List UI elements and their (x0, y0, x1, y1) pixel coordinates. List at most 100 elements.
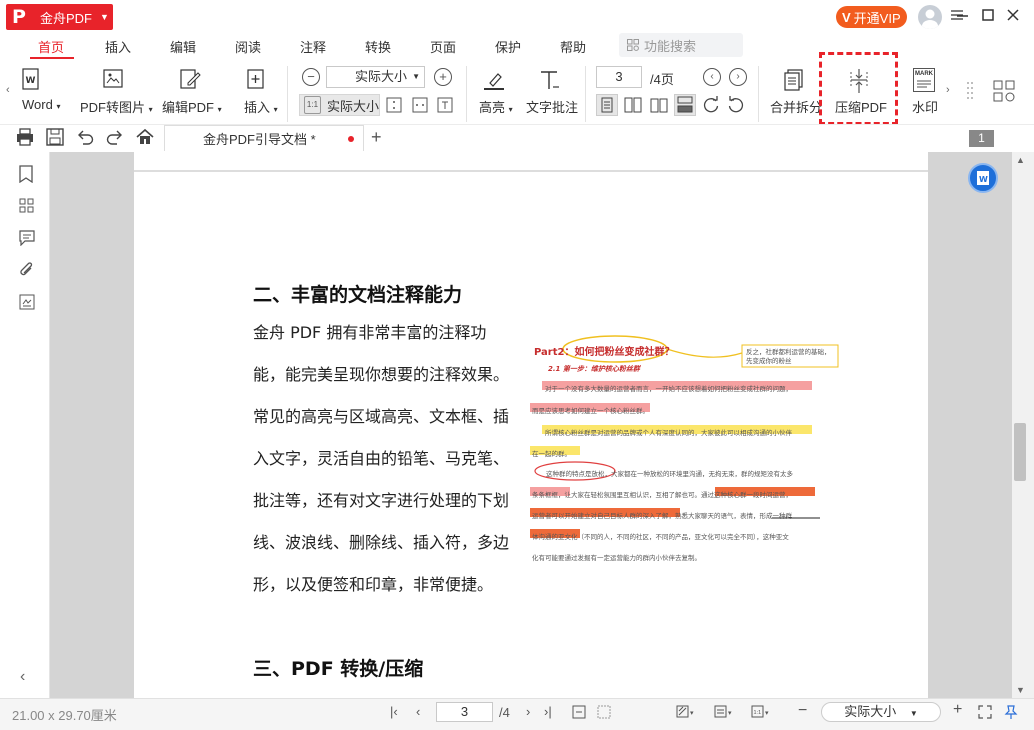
highlight-button[interactable]: 高亮 ▾ (479, 97, 513, 116)
scroll-up-icon[interactable]: ▲ (1016, 155, 1025, 165)
save-icon[interactable] (46, 128, 64, 149)
compress-highlight-box (819, 52, 898, 125)
zoom-out-status-icon[interactable]: − (798, 702, 807, 720)
annotation-example-image: Part2：如何把粉丝变成社群？ 2.1 第一步：维护核心粉丝群 反之，社群都利… (520, 323, 842, 566)
scrollbar-thumb[interactable] (1014, 423, 1026, 481)
feature-search-input[interactable]: 功能搜索 (619, 33, 743, 57)
bookmark-icon[interactable] (19, 165, 33, 186)
prev-page-status-icon[interactable]: ‹ (416, 704, 420, 719)
actual-size-icon: 1:1 (304, 96, 321, 114)
fit-width-icon[interactable] (412, 97, 428, 116)
fullscreen-icon[interactable] (978, 705, 992, 722)
scroll-down-icon[interactable]: ▼ (1016, 685, 1025, 695)
first-page-icon[interactable]: |‹ (390, 704, 398, 719)
ribbon-scroll-right-icon[interactable]: › (946, 84, 950, 96)
merge-split-button[interactable]: 合并拆分 (770, 97, 822, 116)
close-icon[interactable] (1006, 7, 1022, 23)
insert-button[interactable]: 插入 ▾ (244, 97, 278, 116)
thumbnails-icon[interactable] (19, 198, 35, 217)
next-page-status-icon[interactable]: › (526, 704, 530, 719)
annot-title: Part2：如何把粉丝变成社群？ (534, 347, 675, 358)
fit-page-icon[interactable] (386, 97, 402, 116)
tab-insert[interactable]: 插入 (105, 37, 131, 59)
collapse-sidebar-icon[interactable]: ‹ (20, 668, 25, 686)
zoom-in-icon[interactable]: + (434, 68, 452, 86)
section-heading: 二、丰富的文档注释能力 (253, 284, 463, 306)
signature-icon[interactable] (19, 294, 35, 313)
avatar[interactable] (918, 5, 942, 29)
tab-home[interactable]: 首页 (38, 37, 64, 59)
new-tab-icon[interactable]: + (371, 127, 382, 148)
paragraph-line: 入文字，灵活自由的铅笔、马克笔、 (253, 449, 510, 468)
ribbon-scroll-left-icon[interactable]: ‹ (6, 84, 10, 96)
single-page-view-icon[interactable] (596, 94, 618, 116)
screenshot-icon[interactable] (597, 705, 611, 722)
watermark-icon: MARK (913, 68, 935, 92)
attachment-icon[interactable] (19, 261, 35, 282)
tab-read[interactable]: 阅读 (235, 37, 261, 59)
actual-size-button[interactable]: 1:1 实际大小 (299, 94, 380, 116)
pin-icon[interactable] (1004, 705, 1018, 722)
redo-icon[interactable] (106, 128, 124, 149)
tab-annotate[interactable]: 注释 (300, 37, 326, 59)
highlight-icon (482, 68, 506, 95)
tab-edit[interactable]: 编辑 (170, 37, 196, 59)
zoom-out-icon[interactable]: − (302, 68, 320, 86)
annot-line: 条条框框，让大家在轻松氛围里互相认识，互相了解也可。通过这种核心群一段时间运营， (532, 491, 792, 499)
prev-page-icon[interactable]: ‹ (703, 68, 721, 86)
vip-icon: V (842, 9, 851, 25)
tab-protect[interactable]: 保护 (495, 37, 521, 59)
document-tab[interactable]: 金舟PDF引导文档 * (164, 125, 364, 151)
edit-pdf-button[interactable]: 编辑PDF ▾ (162, 97, 222, 116)
status-zoom-select[interactable]: 实际大小 ▼ (821, 702, 941, 722)
chevron-down-icon: ▼ (100, 12, 109, 22)
last-page-icon[interactable]: ›| (544, 704, 552, 719)
pdf-to-image-button[interactable]: PDF转图片 ▾ (80, 97, 153, 116)
svg-text:▾: ▾ (728, 710, 732, 717)
zoom-in-status-icon[interactable]: + (953, 701, 962, 719)
minimize-icon[interactable] (955, 7, 971, 23)
vip-button[interactable]: V 开通VIP (836, 6, 907, 28)
actual-size-status-icon[interactable]: 1:1 ▾ (751, 705, 773, 722)
page-total-label: /4页 (650, 72, 674, 87)
rotate-counterclockwise-icon[interactable] (727, 96, 745, 117)
tab-help[interactable]: 帮助 (560, 37, 586, 59)
maximize-icon[interactable] (981, 7, 997, 23)
rotate-clockwise-icon[interactable] (702, 96, 720, 117)
fit-to-page-icon[interactable] (572, 705, 586, 722)
annot-line: 这种群的特点是放松，大家都在一种放松的环境里沟通，无拘无束，群的规矩没有太多 (546, 470, 793, 478)
annot-subtitle: 2.1 第一步：维护核心粉丝群 (548, 365, 640, 373)
view-mode-icon[interactable]: ▾ (714, 705, 736, 722)
comment-icon[interactable] (19, 230, 35, 249)
status-page-total: /4 (499, 705, 510, 720)
print-icon[interactable] (16, 128, 34, 149)
continuous-view-icon[interactable] (674, 94, 696, 116)
tab-convert[interactable]: 转换 (365, 37, 391, 59)
drag-handle-icon[interactable] (966, 80, 974, 105)
insert-label: 插入 (244, 100, 271, 115)
annot-line: 而是应该思考如何建立一个核心粉丝群。 (532, 407, 649, 415)
home-icon[interactable] (136, 128, 154, 149)
tab-page[interactable]: 页面 (430, 37, 456, 59)
page-number-input[interactable]: 3 (596, 66, 642, 88)
more-tools-icon[interactable] (993, 80, 1015, 105)
floating-convert-button[interactable]: W (968, 163, 998, 193)
undo-icon[interactable] (76, 128, 94, 149)
text-select-icon[interactable] (437, 97, 453, 116)
text-note-icon (538, 68, 562, 95)
watermark-button[interactable]: 水印 (912, 97, 938, 116)
annot-line: 运营者可以开始建立对自己目标人群的深入了解，熟悉大家聊天的语气，表情，形成一种群 (532, 512, 792, 520)
two-page-view-icon[interactable] (624, 96, 642, 117)
ribbon-divider (287, 66, 288, 122)
zoom-select[interactable]: 实际大小 ▼ (326, 66, 425, 88)
status-page-input[interactable]: 3 (436, 702, 493, 722)
text-note-button[interactable]: 文字批注 (526, 97, 578, 116)
unsaved-dot-icon (348, 136, 354, 142)
paragraph-line: 批注等，还有对文字进行处理的下划 (253, 491, 510, 510)
book-view-icon[interactable] (650, 96, 668, 117)
word-button[interactable]: Word ▾ (22, 97, 60, 112)
background-color-icon[interactable]: ▾ (676, 705, 698, 722)
actual-size-label: 实际大小 (326, 98, 379, 114)
app-menu-button[interactable]: P 金舟PDF ▼ (6, 4, 113, 30)
next-page-icon[interactable]: › (729, 68, 747, 86)
